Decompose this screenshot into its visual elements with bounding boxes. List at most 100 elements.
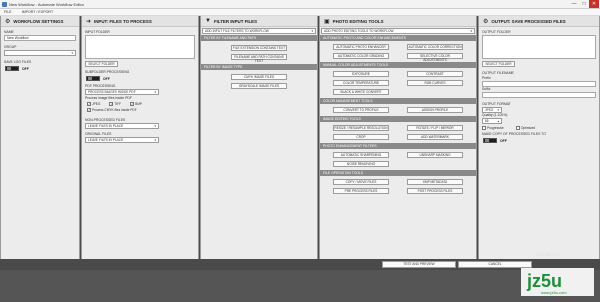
chevron-down-icon: ▾ — [71, 51, 73, 55]
optimized-label: Optimized — [520, 125, 536, 130]
chevron-down-icon: ▾ — [154, 124, 156, 128]
pdf-select[interactable]: PROCESS IMAGES INSIDE PDF ▾ — [85, 89, 159, 95]
make-copy-state: OFF — [500, 138, 507, 143]
color-management-section: COLOR MANAGEMENT TOOLS — [320, 98, 476, 104]
auto-color-correction-button[interactable]: AUTOMATIC COLOR CORRECTION — [407, 44, 463, 50]
black-white-button[interactable]: BLACK & WHITE CONVERT — [333, 89, 389, 95]
selective-color-button[interactable]: SELECTIVE COLOR ADJUSTMENTS — [407, 53, 463, 62]
add-watermark-button[interactable]: ADD WATERMARK — [407, 134, 463, 140]
app-icon — [2, 1, 7, 7]
save-icon: ⚙ — [483, 18, 489, 25]
pdf-select-value: PROCESS IMAGES INSIDE PDF — [88, 90, 136, 94]
quality-value: 85 — [485, 119, 489, 123]
save-exit-button[interactable]: SAVE AND EXIT — [536, 253, 560, 257]
nonprocessed-value: LEAVE FILES IN PLACE — [88, 124, 124, 128]
chevron-down-icon: ▾ — [470, 29, 472, 33]
post-process-button[interactable]: POST PROCESS FILES — [407, 188, 463, 194]
rotate-button[interactable]: ROTATE / FLIP / MIRROR — [407, 125, 463, 131]
exposure-button[interactable]: EXPOSURE — [333, 71, 389, 77]
maximize-button[interactable]: □ — [579, 0, 589, 8]
convert-profile-button[interactable]: CONVERT TO PROFILE — [333, 107, 389, 113]
original-select[interactable]: LEAVE FILES IN PLACE ▾ — [85, 137, 159, 143]
auto-color-grading-button[interactable]: AUTOMATIC COLOR GRADING — [333, 53, 389, 59]
grayscale-images-button[interactable]: GRAYSCALE IMAGE FILES — [231, 83, 287, 89]
bmp-label: BMP — [135, 102, 142, 106]
name-field[interactable]: New Workflow — [4, 35, 76, 41]
format-select[interactable]: JPEG ▾ — [482, 107, 502, 113]
svg-text:jz5u: jz5u — [526, 271, 562, 291]
save-log-toggle[interactable]: OFF — [5, 65, 79, 72]
output-folder-list[interactable] — [482, 35, 596, 59]
filter-icon: ▼ — [205, 18, 211, 24]
workflow-settings-title: WORKFLOW SETTINGS — [13, 18, 64, 24]
quality-spinner[interactable]: 85 ▴ — [482, 118, 502, 124]
chevron-down-icon: ▾ — [154, 90, 156, 94]
filter-title: FILTER INPUT FILES — [213, 18, 258, 24]
make-copy-toggle[interactable]: OFF — [483, 137, 599, 144]
cmyk-label: Process CMYK files inside PDF — [92, 108, 137, 112]
cancel-button[interactable]: CANCEL — [458, 261, 532, 268]
unsharp-masking-button[interactable]: UNSHARP MASKING — [407, 152, 463, 158]
auto-enhance-section: AUTOMATIC PHOTO AND COLOR ENHANCEMENTS — [320, 35, 476, 41]
filename-path-button[interactable]: FILENAME AND PATH CONTAINS TEXT — [231, 54, 287, 63]
workflow-settings-panel: ⚙ WORKFLOW SETTINGS NAME New Workflow GR… — [0, 16, 80, 261]
original-value: LEAVE FILES IN PLACE — [88, 138, 124, 142]
suffix-field[interactable] — [482, 92, 596, 98]
nonprocessed-select[interactable]: LEAVE FILES IN PLACE ▾ — [85, 123, 159, 129]
arrow-right-icon: ➜ — [86, 18, 92, 25]
menu-import-export[interactable]: IMPORT / EXPORT — [22, 10, 54, 14]
watermark-logo: jz5u www.jz5u.com — [521, 268, 594, 296]
close-button[interactable]: ✕ — [589, 0, 599, 8]
optimized-checkbox[interactable]: Optimized — [515, 125, 536, 130]
pre-process-button[interactable]: PRE PROCESS FILES — [333, 188, 389, 194]
image-editing-section: IMAGE EDITING TOOLS — [320, 116, 476, 122]
save-log-state: OFF — [22, 66, 29, 71]
cmyk-checkbox[interactable]: ✓ Process CMYK files inside PDF — [87, 108, 137, 112]
progressive-checkbox[interactable]: Progressive — [482, 125, 504, 130]
input-title: INPUT: FILES TO PROCESS — [94, 18, 152, 24]
chevron-down-icon: ▾ — [497, 108, 499, 112]
test-preview-button[interactable]: TEST AND PREVIEW — [382, 261, 456, 268]
desktop-background — [0, 270, 600, 302]
copy-move-button[interactable]: COPY / MOVE FILES — [333, 179, 389, 185]
menu-bar: FILE IMPORT / EXPORT — [0, 9, 600, 16]
input-select-folder-button[interactable]: SELECT FOLDER — [85, 61, 118, 67]
menu-file[interactable]: FILE — [4, 10, 12, 14]
file-extension-button[interactable]: FILE EXTENSION CONTAINS TEXT — [231, 45, 287, 51]
output-select-folder-button[interactable]: SELECT FOLDER — [482, 61, 515, 67]
photo-tools-title: PHOTO EDITING TOOLS — [332, 18, 384, 24]
output-panel: ⚙ OUTPUT: SAVE PROCESSED FILES OUTPUT FO… — [478, 16, 600, 261]
cmyk-images-button[interactable]: CMYK IMAGE FILES — [231, 74, 287, 80]
add-filter-value: ADD INPUT FILE FILTERS TO WORKFLOW — [205, 29, 269, 33]
format-value: JPEG — [485, 108, 494, 112]
contrast-button[interactable]: CONTRAST — [407, 71, 463, 77]
chevron-down-icon: ▾ — [311, 29, 313, 33]
auto-photo-enhancer-button[interactable]: AUTOMATIC PHOTO ENHANCER — [333, 44, 389, 50]
chevron-down-icon: ▾ — [154, 138, 156, 142]
group-select[interactable]: ▾ — [4, 50, 76, 56]
minimize-button[interactable]: — — [569, 0, 579, 8]
photo-tools-panel: ▣ PHOTO EDITING TOOLS ADD PHOTO EDITING … — [319, 16, 477, 261]
color-temperature-button[interactable]: COLOR TEMPERATURE — [333, 80, 389, 86]
auto-sharpening-button[interactable]: AUTOMATIC SHARPENING — [333, 152, 389, 158]
spin-icon: ▴ — [497, 119, 499, 123]
camera-icon: ▣ — [324, 18, 330, 25]
assign-profile-button[interactable]: ASSIGN PROFILE — [407, 107, 463, 113]
add-photo-tools-select[interactable]: ADD PHOTO EDITING TOOLS TO WORKFLOW ▾ — [321, 28, 475, 34]
crop-button[interactable]: CROP — [333, 134, 389, 140]
jpeg-label: JPEG — [92, 102, 101, 106]
rgb-curves-button[interactable]: RGB CURVES — [407, 80, 463, 86]
filter-panel: ▼ FILTER INPUT FILES ADD INPUT FILE FILT… — [200, 16, 318, 261]
file-operation-section: FILE OPERATION TOOLS — [320, 170, 476, 176]
manual-color-section: MANUAL COLOR ADJUSTMENTS TOOLS — [320, 62, 476, 68]
input-folder-list[interactable] — [85, 35, 195, 59]
subfolder-state: OFF — [103, 76, 110, 81]
filter-section-image-type: FILTER BY IMAGE TYPE — [201, 64, 317, 70]
subfolder-toggle[interactable]: OFF — [86, 75, 198, 82]
resize-button[interactable]: RESIZE / RESAMPLE RESOLUTION — [333, 125, 389, 131]
add-filter-select[interactable]: ADD INPUT FILE FILTERS TO WORKFLOW ▾ — [202, 28, 316, 34]
enhancement-filters-section: PHOTO ENHANCEMENT FILTERS — [320, 143, 476, 149]
xmp-metadata-button[interactable]: XMP METADATA — [407, 179, 463, 185]
progressive-label: Progressive — [487, 125, 504, 130]
noise-removing-button[interactable]: NOISE REMOVING — [333, 161, 389, 167]
